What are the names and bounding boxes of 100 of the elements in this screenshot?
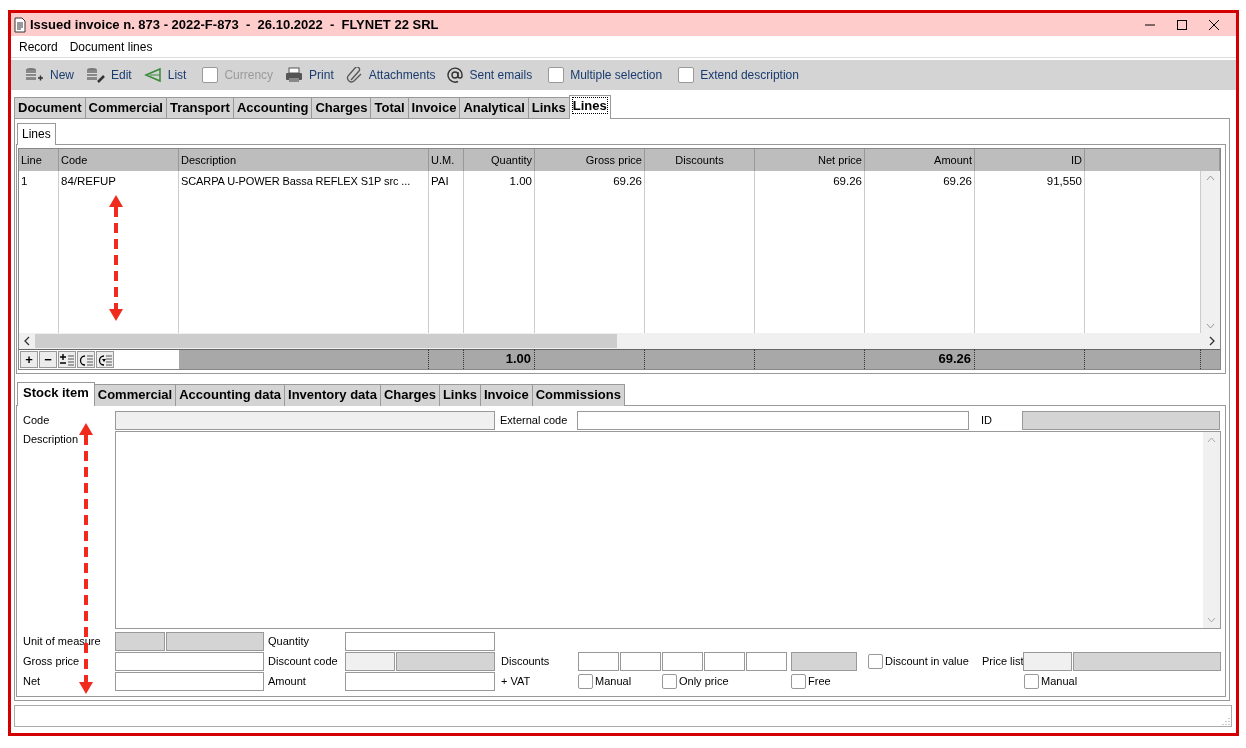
tab[interactable]: Commercial	[84, 97, 167, 119]
field-label: + VAT	[501, 673, 532, 689]
toolbar-button[interactable]: Edit	[80, 63, 138, 87]
arrow-left-icon	[143, 67, 162, 83]
tab[interactable]: Inventory data	[284, 384, 381, 406]
horizontal-scrollbar[interactable]	[19, 333, 1220, 349]
tab[interactable]: Accounting data	[175, 384, 285, 406]
checkbox-label: Free	[808, 673, 831, 689]
input-field[interactable]	[115, 651, 264, 671]
field-label: Amount	[268, 673, 307, 689]
grid-button[interactable]: −	[39, 351, 57, 368]
database-pencil-icon	[86, 67, 105, 83]
input-field[interactable]	[345, 671, 495, 691]
rows-rotate-icon[interactable]	[97, 352, 113, 367]
checkbox-label: Manual	[595, 673, 632, 689]
toolbar-button[interactable]: Attachments	[339, 63, 442, 87]
column-header[interactable]: Line	[19, 149, 59, 171]
tab[interactable]: Stock item	[17, 382, 95, 406]
tab[interactable]: Transport	[166, 97, 234, 119]
chevron-left-icon[interactable]	[23, 336, 31, 346]
printer-icon	[285, 67, 304, 83]
checkbox[interactable]	[791, 673, 806, 689]
vertical-scrollbar[interactable]	[1201, 171, 1220, 333]
total-cell	[1201, 349, 1220, 369]
toolbar-button[interactable]: Print	[279, 63, 340, 87]
rows-rotate-icon[interactable]	[78, 352, 94, 367]
table-cell: 69.26	[865, 171, 975, 191]
field-label: Price list	[982, 653, 1023, 669]
checkbox[interactable]	[1024, 673, 1039, 689]
input-field[interactable]	[704, 651, 745, 671]
table-cell: 1.00	[464, 171, 535, 191]
tab[interactable]: Charges	[311, 97, 372, 119]
paperclip-icon	[345, 67, 363, 83]
column-header[interactable]: Gross price	[535, 149, 645, 171]
tab[interactable]: Commercial	[93, 384, 177, 406]
toolbar-button[interactable]: List	[137, 63, 193, 87]
at-sign-icon	[447, 67, 464, 83]
checkbox[interactable]	[548, 67, 565, 83]
tab[interactable]: Links	[527, 97, 570, 119]
input-field[interactable]	[620, 651, 661, 671]
tab[interactable]: Lines	[568, 95, 611, 119]
total-cell	[429, 349, 464, 369]
grid-button[interactable]: +	[20, 351, 38, 368]
checkbox-label: Discount in value	[885, 653, 969, 669]
checkbox[interactable]	[678, 67, 695, 83]
checkbox[interactable]	[662, 673, 677, 689]
tab[interactable]: Analytical	[459, 97, 529, 119]
column-header[interactable]: U.M.	[429, 149, 464, 171]
tab[interactable]: Lines	[17, 123, 56, 145]
scrollbar-thumb[interactable]	[35, 334, 617, 348]
tab[interactable]: Invoice	[479, 384, 533, 406]
table-cell: SCARPA U-POWER Bassa REFLEX S1P src ...	[179, 171, 429, 191]
toolbar-button[interactable]: New	[19, 63, 80, 87]
menu-item[interactable]: Document lines	[69, 37, 153, 56]
input-field[interactable]	[746, 651, 787, 671]
checkbox-label: Multiple selection	[570, 67, 663, 84]
field-label: ID	[981, 412, 993, 428]
table-cell: 84/REFUP	[59, 171, 179, 191]
tab[interactable]: Commissions	[531, 384, 625, 406]
column-header[interactable]: Discounts	[645, 149, 755, 171]
column-header[interactable]: Code	[59, 149, 179, 171]
checkbox[interactable]	[868, 653, 883, 669]
table-cell: 69.26	[535, 171, 645, 191]
tab[interactable]: Total	[370, 97, 409, 119]
column-header[interactable]: Net price	[755, 149, 865, 171]
table-cell: 1	[19, 171, 59, 191]
chevron-right-icon[interactable]	[1208, 336, 1216, 346]
tab[interactable]: Charges	[379, 384, 440, 406]
toolbar-button[interactable]: Sent emails	[441, 63, 539, 87]
column-header[interactable]: ID	[975, 149, 1085, 171]
chevron-down-icon[interactable]	[1206, 323, 1215, 329]
column-header[interactable]: Amount	[865, 149, 975, 171]
table-cell: 69.26	[755, 171, 865, 191]
total-cell: 1.00	[464, 349, 535, 369]
checkbox[interactable]	[578, 673, 593, 689]
window-title: Issued invoice n. 873 - 2022-F-873 - 26.10.2022 - FLYNET 22 SRL	[30, 15, 439, 34]
vertical-scrollbar[interactable]	[1203, 432, 1220, 628]
tab[interactable]: Invoice	[407, 97, 461, 119]
input-field[interactable]	[345, 631, 495, 651]
tab[interactable]: Accounting	[232, 97, 313, 119]
input-field[interactable]	[115, 671, 264, 691]
column-header[interactable]: Quantity	[464, 149, 535, 171]
tab[interactable]: Links	[438, 384, 481, 406]
chevron-up-icon[interactable]	[1207, 437, 1216, 443]
chevron-up-icon[interactable]	[1206, 175, 1215, 181]
table-cell: 91,550	[975, 171, 1085, 191]
input-field[interactable]	[115, 431, 1221, 629]
insert-rows-icon[interactable]	[59, 352, 75, 367]
input-field[interactable]	[662, 651, 703, 671]
chevron-down-icon[interactable]	[1207, 617, 1216, 623]
field-label: Unit of measure	[23, 633, 102, 649]
column-header[interactable]: Description	[179, 149, 429, 171]
field-label: Code	[23, 412, 51, 428]
checkbox-label: Only price	[679, 673, 729, 689]
input-field[interactable]	[578, 651, 619, 671]
input-field[interactable]	[577, 410, 969, 430]
tab[interactable]: Document	[14, 97, 86, 119]
checkbox-label: Manual	[1041, 673, 1078, 689]
database-plus-icon	[25, 67, 44, 83]
menu-item[interactable]: Record	[19, 37, 58, 56]
